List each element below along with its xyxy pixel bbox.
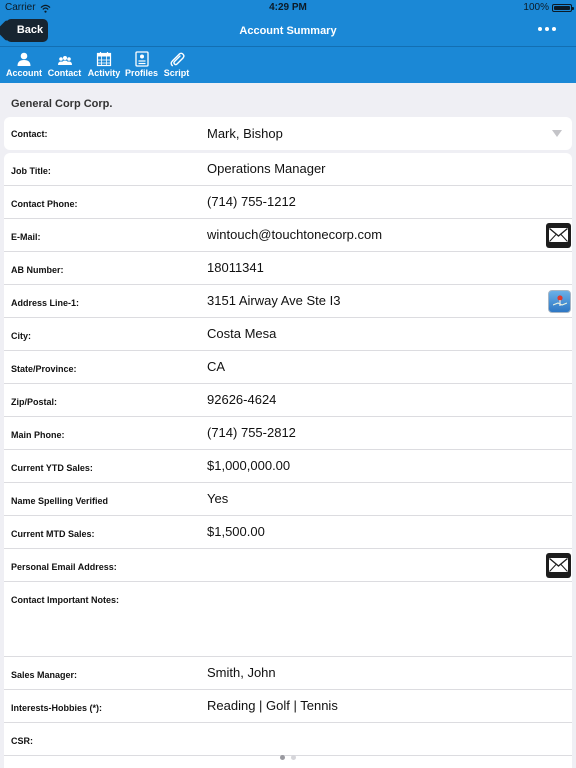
tab-profiles-label: Profiles bbox=[124, 68, 158, 78]
toolbar: Account Contact Activity Profiles Script bbox=[0, 46, 576, 83]
field-row-e-mail[interactable]: E-Mail: wintouch@touchtonecorp.com bbox=[4, 219, 572, 252]
field-value[interactable]: 3151 Airway Ave Ste I3 bbox=[207, 293, 340, 308]
tab-account-label: Account bbox=[6, 68, 42, 78]
field-value[interactable]: (714) 755-1212 bbox=[207, 194, 296, 209]
field-value[interactable]: wintouch@touchtonecorp.com bbox=[207, 227, 382, 242]
contact-value: Mark, Bishop bbox=[207, 126, 283, 141]
group-icon bbox=[57, 56, 72, 65]
mail-icon[interactable] bbox=[546, 553, 571, 578]
contact-selector[interactable]: Contact: Mark, Bishop bbox=[4, 117, 572, 150]
field-value[interactable]: Smith, John bbox=[207, 665, 276, 680]
map-icon[interactable] bbox=[548, 290, 571, 313]
field-label: Current YTD Sales: bbox=[11, 463, 93, 473]
paperclip-icon bbox=[170, 52, 185, 67]
calendar-icon bbox=[96, 52, 112, 67]
tab-script-label: Script bbox=[163, 68, 190, 78]
tab-contact[interactable]: Contact bbox=[46, 51, 83, 79]
field-label: Job Title: bbox=[11, 166, 51, 176]
field-row-zip-postal[interactable]: Zip/Postal: 92626-4624 bbox=[4, 384, 572, 417]
field-row-csr[interactable]: CSR: bbox=[4, 723, 572, 756]
field-value[interactable]: 18011341 bbox=[207, 260, 264, 275]
field-label: Sales Manager: bbox=[11, 670, 78, 680]
field-value[interactable]: Reading | Golf | Tennis bbox=[207, 698, 338, 713]
contact-label: Contact: bbox=[11, 129, 48, 139]
field-label: City: bbox=[11, 331, 31, 341]
battery-percent: 100% bbox=[523, 2, 549, 13]
field-label: Current MTD Sales: bbox=[11, 529, 95, 539]
ellipsis-dot bbox=[545, 27, 549, 31]
page-dot-active bbox=[280, 755, 285, 760]
field-row-name-spelling-verified[interactable]: Name Spelling Verified Yes bbox=[4, 483, 572, 516]
tab-profiles[interactable]: Profiles bbox=[124, 51, 159, 79]
back-button-label: Back bbox=[16, 24, 44, 36]
field-label: State/Province: bbox=[11, 364, 77, 374]
field-label: CSR: bbox=[11, 736, 33, 746]
field-label: Contact Important Notes: bbox=[11, 595, 119, 605]
field-label: Name Spelling Verified bbox=[11, 496, 109, 506]
field-value[interactable]: $1,500.00 bbox=[207, 524, 265, 539]
field-label: AB Number: bbox=[11, 265, 64, 275]
field-row-ab-number[interactable]: AB Number: 18011341 bbox=[4, 252, 572, 285]
person-icon bbox=[17, 52, 31, 66]
account-fields: Job Title: Operations Manager Contact Phon… bbox=[4, 153, 572, 768]
field-value[interactable]: Costa Mesa bbox=[207, 326, 276, 341]
field-row-job-title[interactable]: Job Title: Operations Manager bbox=[4, 153, 572, 186]
tab-contact-label: Contact bbox=[47, 68, 82, 78]
status-time: 4:29 PM bbox=[269, 2, 307, 13]
profile-card-icon bbox=[134, 51, 149, 67]
field-label: Main Phone: bbox=[11, 430, 65, 440]
field-value[interactable]: (714) 755-2812 bbox=[207, 425, 296, 440]
field-row-contact-phone[interactable]: Contact Phone: (714) 755-1212 bbox=[4, 186, 572, 219]
field-label: Address Line-1: bbox=[11, 298, 80, 308]
tab-script[interactable]: Script bbox=[161, 51, 192, 79]
ellipsis-dot bbox=[538, 27, 542, 31]
status-bar: Carrier 4:29 PM 100% bbox=[0, 0, 576, 16]
field-label: Zip/Postal: bbox=[11, 397, 58, 407]
field-row-interests-hobbies[interactable]: Interests-Hobbies (*): Reading | Golf | T… bbox=[4, 690, 572, 723]
tab-activity[interactable]: Activity bbox=[86, 51, 122, 79]
page-dot bbox=[291, 755, 296, 760]
field-value[interactable]: $1,000,000.00 bbox=[207, 458, 290, 473]
field-row-current-ytd-sales[interactable]: Current YTD Sales: $1,000,000.00 bbox=[4, 450, 572, 483]
company-name: General Corp Corp. bbox=[11, 98, 113, 110]
field-row-contact-important-notes[interactable]: Contact Important Notes: bbox=[4, 582, 572, 657]
field-value[interactable]: 92626-4624 bbox=[207, 392, 276, 407]
page-title: Account Summary bbox=[239, 25, 337, 37]
field-row-sales-manager[interactable]: Sales Manager: Smith, John bbox=[4, 657, 572, 690]
field-value[interactable]: Operations Manager bbox=[207, 161, 326, 176]
field-value[interactable]: Yes bbox=[207, 491, 228, 506]
page-indicator[interactable] bbox=[280, 755, 296, 760]
field-row-personal-email-address[interactable]: Personal Email Address: bbox=[4, 549, 572, 582]
field-label: Interests-Hobbies (*): bbox=[11, 703, 103, 713]
nav-bar: Account Summary Back bbox=[0, 16, 576, 46]
chevron-down-icon[interactable] bbox=[552, 130, 562, 137]
back-button[interactable]: Back bbox=[6, 19, 48, 42]
field-label: Personal Email Address: bbox=[11, 562, 117, 572]
field-row-main-phone[interactable]: Main Phone: (714) 755-2812 bbox=[4, 417, 572, 450]
ellipsis-dot bbox=[552, 27, 556, 31]
field-row-address-line-1[interactable]: Address Line-1: 3151 Airway Ave Ste I3 bbox=[4, 285, 572, 318]
field-row-state-province[interactable]: State/Province: CA bbox=[4, 351, 572, 384]
field-value[interactable]: CA bbox=[207, 359, 225, 374]
mail-icon[interactable] bbox=[546, 223, 571, 248]
field-label: E-Mail: bbox=[11, 232, 41, 242]
ellipsis-icon[interactable] bbox=[538, 27, 556, 31]
field-label: Contact Phone: bbox=[11, 199, 78, 209]
field-row-current-mtd-sales[interactable]: Current MTD Sales: $1,500.00 bbox=[4, 516, 572, 549]
field-row-city[interactable]: City: Costa Mesa bbox=[4, 318, 572, 351]
tab-activity-label: Activity bbox=[87, 68, 121, 78]
tab-account[interactable]: Account bbox=[5, 51, 43, 79]
battery-icon bbox=[552, 4, 574, 12]
status-right: 100% bbox=[523, 0, 574, 16]
